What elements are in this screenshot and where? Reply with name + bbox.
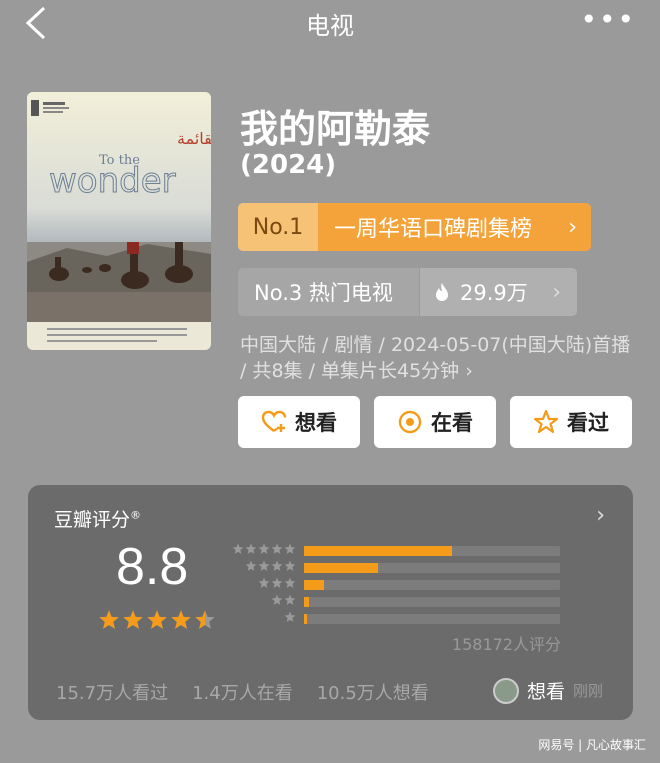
watching-button[interactable]: 在看 — [374, 396, 496, 448]
poster-arabic-logo: القائمة — [177, 129, 211, 148]
distribution-row — [228, 560, 568, 576]
watched-label: 看过 — [567, 411, 609, 435]
heat-value: 29.9万 — [460, 281, 528, 305]
star-icon — [284, 594, 296, 605]
distribution-row — [228, 577, 568, 593]
chevron-right-icon: › — [568, 214, 577, 240]
action-buttons: 想看 在看 看过 — [238, 396, 632, 448]
more-options-icon[interactable]: ••• — [580, 6, 636, 34]
stat-watched: 15.7万人看过 — [56, 683, 169, 704]
movie-year: (2024) — [240, 150, 337, 180]
target-icon — [398, 410, 422, 434]
distribution-bar-fill — [304, 563, 379, 573]
watch-stats: 15.7万人看过 1.4万人在看 10.5万人想看 — [56, 679, 429, 705]
watching-label: 在看 — [431, 411, 473, 435]
recent-time: 刚刚 — [572, 682, 603, 700]
poster-image[interactable]: To the wonder القائمة — [27, 92, 211, 350]
watermark: 网易号 | 凡心故事汇 — [538, 738, 646, 752]
rating-title: 豆瓣评分 — [54, 509, 131, 531]
star-icon — [258, 577, 270, 588]
distribution-bar — [304, 597, 560, 607]
page-title: 电视 — [306, 12, 354, 40]
distribution-stars — [284, 611, 296, 623]
distribution-bar — [304, 614, 560, 624]
distribution-bar — [304, 546, 560, 556]
star-icon — [232, 543, 244, 554]
star-icon — [99, 610, 119, 629]
movie-title: 我的阿勒泰 — [240, 107, 431, 151]
star-icon — [284, 577, 296, 588]
recent-label: 想看 — [526, 681, 565, 703]
star-icon — [147, 610, 167, 629]
star-icon — [271, 560, 283, 571]
star-icon — [245, 543, 257, 554]
star-outline-icon — [533, 409, 559, 434]
poster-title-line2: wonder — [49, 161, 176, 201]
want-button[interactable]: 想看 — [238, 396, 360, 448]
weekly-rank-label: 一周华语口碑剧集榜 — [334, 217, 533, 242]
star-icon — [271, 577, 283, 588]
registered-mark: ® — [130, 508, 142, 522]
star-icon — [284, 611, 296, 622]
heart-plus-icon — [261, 410, 287, 432]
stat-watching: 1.4万人在看 — [192, 683, 293, 704]
weekly-rank-label-wrap: 一周华语口碑剧集榜 › — [318, 203, 591, 251]
distribution-stars — [245, 560, 296, 572]
star-icon — [258, 543, 270, 554]
rating-card[interactable]: 豆瓣评分® › 8.8 158172人评分 15.7万人看过 1.4万人在看 1… — [28, 485, 633, 720]
hot-rank-badge[interactable]: No.3 热门电视 29.9万 › — [238, 268, 577, 316]
distribution-bar-fill — [304, 614, 307, 624]
heat-value-wrap: 29.9万 › — [420, 268, 577, 316]
distribution-stars — [232, 543, 296, 555]
star-icon — [245, 560, 257, 571]
recent-activity[interactable]: 想看 刚刚 — [492, 677, 603, 704]
flame-icon — [436, 283, 448, 301]
distribution-bar — [304, 580, 560, 590]
distribution-stars — [258, 577, 296, 589]
distribution-bar-fill — [304, 597, 310, 607]
watched-button[interactable]: 看过 — [510, 396, 632, 448]
rating-score: 8.8 — [116, 538, 189, 596]
rating-label: 豆瓣评分® — [54, 505, 141, 532]
weekly-rank-badge[interactable]: No.1 一周华语口碑剧集榜 › — [238, 203, 591, 251]
movie-meta-info[interactable]: 中国大陆 / 剧情 / 2024-05-07(中国大陆)首播 / 共8集 / 单… — [240, 332, 635, 384]
chevron-right-icon[interactable]: › — [596, 503, 605, 528]
distribution-bar — [304, 563, 560, 573]
star-icon — [271, 543, 283, 554]
rating-distribution — [228, 543, 568, 628]
star-icon — [284, 543, 296, 554]
distribution-stars — [271, 594, 296, 606]
weekly-rank-number: No.1 — [238, 203, 318, 251]
distribution-bar-fill — [304, 580, 325, 590]
hot-rank-label: No.3 热门电视 — [238, 268, 420, 316]
distribution-row — [228, 594, 568, 610]
distribution-row — [228, 543, 568, 559]
star-icon — [123, 610, 143, 629]
distribution-bar-fill — [304, 546, 453, 556]
star-icon — [271, 594, 283, 605]
star-icon — [195, 610, 215, 629]
top-bar: 电视 ••• — [0, 0, 660, 44]
star-icon — [284, 560, 296, 571]
rating-stars — [98, 609, 216, 631]
star-icon — [258, 560, 270, 571]
avatar — [492, 677, 519, 704]
star-icon — [171, 610, 191, 629]
distribution-row — [228, 611, 568, 627]
chevron-right-icon: › — [552, 279, 561, 305]
rating-count: 158172人评分 — [451, 635, 561, 654]
stat-want: 10.5万人想看 — [316, 683, 429, 704]
want-label: 想看 — [295, 411, 337, 435]
